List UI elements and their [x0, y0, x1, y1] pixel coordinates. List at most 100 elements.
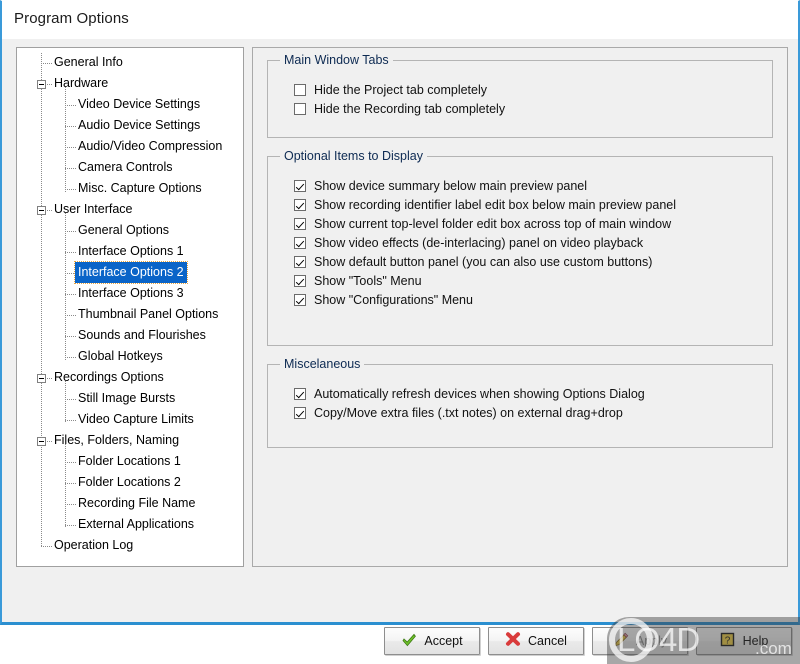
tree-item-user-interface[interactable]: User Interface	[17, 200, 243, 221]
program-options-window: Program Options General Info Hardware Vide…	[0, 0, 800, 664]
tree-item-camera-controls[interactable]: Camera Controls	[17, 158, 243, 179]
tree-item-label: Recordings Options	[54, 370, 164, 384]
tree-item-general-options[interactable]: General Options	[17, 221, 243, 242]
tree-item-audio-video-compression[interactable]: Audio/Video Compression	[17, 137, 243, 158]
help-button[interactable]: ? Help	[696, 627, 792, 655]
tree-item-label: Interface Options 2	[74, 261, 188, 284]
group-legend: Miscelaneous	[280, 357, 365, 371]
checkbox-checked-icon[interactable]	[294, 199, 306, 211]
tree-item-label: Audio/Video Compression	[78, 139, 223, 153]
checkbox-checked-icon[interactable]	[294, 180, 306, 192]
apply-button: Apply	[592, 627, 688, 655]
tree-item-label: Camera Controls	[78, 160, 173, 174]
tree-item-sounds-and-flourishes[interactable]: Sounds and Flourishes	[17, 326, 243, 347]
tree-item-interface-options-3[interactable]: Interface Options 3	[17, 284, 243, 305]
checkbox-label: Show video effects (de-interlacing) pane…	[314, 236, 644, 250]
tree-item-label: Global Hotkeys	[78, 349, 163, 363]
checkbox-label: Show current top-level folder edit box a…	[314, 217, 672, 231]
red-cross-icon	[505, 632, 523, 648]
tree-item-label: Recording File Name	[78, 496, 196, 510]
checkbox-label: Show device summary below main preview p…	[314, 179, 588, 193]
checkbox-row[interactable]: Show "Configurations" Menu	[294, 291, 473, 310]
options-panel: Main Window Tabs Hide the Project tab com…	[252, 47, 788, 567]
window-title: Program Options	[14, 10, 129, 27]
checkbox-checked-icon[interactable]	[294, 294, 306, 306]
checkbox-unchecked-icon[interactable]	[294, 103, 306, 115]
checkbox-row[interactable]: Hide the Project tab completely	[294, 81, 487, 100]
svg-text:?: ?	[724, 635, 730, 646]
checkbox-row[interactable]: Automatically refresh devices when showi…	[294, 385, 645, 404]
tree-item-still-image-bursts[interactable]: Still Image Bursts	[17, 389, 243, 410]
tree-item-label: Misc. Capture Options	[78, 181, 202, 195]
group-legend: Optional Items to Display	[280, 149, 427, 163]
tree-item-folder-locations-1[interactable]: Folder Locations 1	[17, 452, 243, 473]
tree-item-external-applications[interactable]: External Applications	[17, 515, 243, 536]
checkbox-row[interactable]: Show device summary below main preview p…	[294, 177, 587, 196]
checkbox-checked-icon[interactable]	[294, 275, 306, 287]
tree-item-label: Interface Options 1	[78, 244, 184, 258]
checkbox-row[interactable]: Show current top-level folder edit box a…	[294, 215, 671, 234]
checkbox-unchecked-icon[interactable]	[294, 84, 306, 96]
tree-item-recording-file-name[interactable]: Recording File Name	[17, 494, 243, 515]
tree-item-label: Audio Device Settings	[78, 118, 201, 132]
checkbox-checked-icon[interactable]	[294, 407, 306, 419]
button-label: Accept	[424, 634, 463, 648]
tree-item-audio-device-settings[interactable]: Audio Device Settings	[17, 116, 243, 137]
tree-item-files-folders-naming[interactable]: Files, Folders, Naming	[17, 431, 243, 452]
checkbox-label: Automatically refresh devices when showi…	[314, 387, 645, 401]
tree-item-label: Video Device Settings	[78, 97, 201, 111]
accept-button[interactable]: Accept	[384, 627, 480, 655]
tree-item-interface-options-2[interactable]: Interface Options 2	[17, 261, 243, 284]
group-miscelaneous: Miscelaneous Automatically refresh device…	[267, 357, 773, 448]
tree-item-video-device-settings[interactable]: Video Device Settings	[17, 95, 243, 116]
options-tree[interactable]: General Info Hardware Video Device Setting…	[16, 47, 244, 567]
checkbox-label: Hide the Project tab completely	[314, 83, 488, 97]
tree-item-recordings-options[interactable]: Recordings Options	[17, 368, 243, 389]
dialog-client-area: General Info Hardware Video Device Setting…	[2, 39, 800, 664]
checkbox-label: Show recording identifier label edit box…	[314, 198, 677, 212]
tree-item-global-hotkeys[interactable]: Global Hotkeys	[17, 347, 243, 368]
tree-item-interface-options-1[interactable]: Interface Options 1	[17, 242, 243, 263]
tree-item-label: Hardware	[54, 76, 109, 90]
checkbox-row[interactable]: Copy/Move extra files (.txt notes) on ex…	[294, 404, 623, 423]
tree-item-label: Sounds and Flourishes	[78, 328, 206, 342]
checkbox-row[interactable]: Show "Tools" Menu	[294, 272, 422, 291]
checkbox-row[interactable]: Show recording identifier label edit box…	[294, 196, 676, 215]
group-optional-items-to-display: Optional Items to Display Show device sum…	[267, 149, 773, 346]
green-check-icon	[401, 632, 419, 648]
tree-item-label: Thumbnail Panel Options	[78, 307, 219, 321]
title-bar: Program Options	[2, 1, 798, 39]
tree-item-general-info[interactable]: General Info	[17, 53, 243, 74]
tree-item-folder-locations-2[interactable]: Folder Locations 2	[17, 473, 243, 494]
checkbox-label: Copy/Move extra files (.txt notes) on ex…	[314, 406, 623, 420]
checkbox-checked-icon[interactable]	[294, 388, 306, 400]
tree-item-hardware[interactable]: Hardware	[17, 74, 243, 95]
checkbox-checked-icon[interactable]	[294, 237, 306, 249]
tree-item-label: External Applications	[78, 517, 195, 531]
tree-item-video-capture-limits[interactable]: Video Capture Limits	[17, 410, 243, 431]
checkbox-row[interactable]: Show default button panel (you can also …	[294, 253, 652, 272]
checkbox-checked-icon[interactable]	[294, 256, 306, 268]
question-box-icon: ?	[720, 632, 738, 648]
checkbox-label: Show default button panel (you can also …	[314, 255, 653, 269]
checkbox-row[interactable]: Show video effects (de-interlacing) pane…	[294, 234, 643, 253]
checkbox-row[interactable]: Hide the Recording tab completely	[294, 100, 505, 119]
tree-item-misc-capture-options[interactable]: Misc. Capture Options	[17, 179, 243, 200]
tree-item-label: Folder Locations 2	[78, 475, 181, 489]
button-label: Apply	[635, 634, 668, 648]
pencil-icon	[613, 632, 631, 648]
tree-item-label: User Interface	[54, 202, 133, 216]
checkbox-label: Show "Tools" Menu	[314, 274, 422, 288]
tree-item-label: Operation Log	[54, 538, 134, 552]
group-legend: Main Window Tabs	[280, 53, 393, 67]
tree-item-operation-log[interactable]: Operation Log	[17, 536, 243, 557]
button-label: Cancel	[528, 634, 567, 648]
tree-item-label: Video Capture Limits	[78, 412, 194, 426]
tree-item-label: Files, Folders, Naming	[54, 433, 180, 447]
tree-item-label: Interface Options 3	[78, 286, 184, 300]
tree-item-thumbnail-panel-options[interactable]: Thumbnail Panel Options	[17, 305, 243, 326]
tree-item-label: Still Image Bursts	[78, 391, 176, 405]
cancel-button[interactable]: Cancel	[488, 627, 584, 655]
tree-item-label: General Info	[54, 55, 123, 69]
checkbox-checked-icon[interactable]	[294, 218, 306, 230]
